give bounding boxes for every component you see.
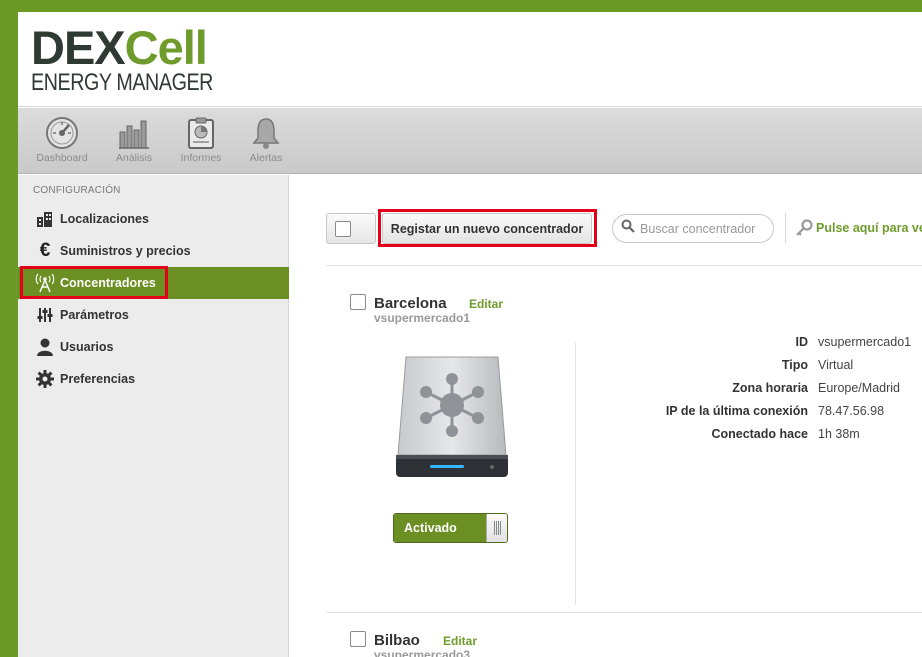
gauge-icon [46,117,78,149]
help-link-label: Pulse aquí para ve [816,221,922,235]
buildings-icon [32,210,58,228]
euro-icon: € [39,240,51,261]
toolbar-analisis-label: Análisis [115,152,153,164]
edit-link[interactable]: Editar [469,297,503,311]
sidebar-item-usuarios[interactable]: Usuarios [18,331,289,363]
toolbar-analisis[interactable]: Análisis [106,116,162,164]
toolbar-dashboard[interactable]: Dashboard [34,116,90,164]
detail-key: Tipo [781,358,808,372]
detail-value: Virtual [818,358,854,372]
app-frame: DEXCell ENERGY MANAGER Dashboard Análisi… [18,12,922,657]
detail-key: Conectado hace [711,427,808,441]
toolbar-alertas[interactable]: Alertas [238,116,294,164]
app-logo[interactable]: DEXCell ENERGY MANAGER [31,24,253,95]
search-icon [621,219,635,238]
concentrator-name: Barcelona [374,295,447,312]
main-content: Registar un nuevo concentrador Pulse aqu… [290,175,922,657]
sidebar-item-localizaciones[interactable]: Localizaciones [18,203,289,235]
logo-text-dex: DEX [31,21,126,74]
list-divider [326,265,922,266]
detail-value: 78.47.56.98 [818,404,885,418]
help-link[interactable]: Pulse aquí para ve [795,219,922,237]
concentrator-name: Bilbao [374,632,420,649]
user-icon [32,338,58,356]
sidebar-section-title: CONFIGURACIÓN [33,185,121,196]
select-all-checkbox[interactable] [335,221,351,237]
detail-value: Europe/Madrid [818,381,900,395]
sidebar-item-label: Localizaciones [60,212,149,226]
sidebar-item-label: Suministros y precios [60,244,191,258]
search-input[interactable] [640,221,765,236]
bar-chart-icon [119,120,149,149]
config-sidebar: CONFIGURACIÓN Localizaciones € Suministr… [18,175,289,657]
concentrator-subtitle: vsupermercado1 [374,311,471,325]
main-toolbar: Dashboard Análisis Informes Alertas [18,108,922,174]
search-box[interactable] [612,214,774,243]
concentrator-device-icon [396,356,508,477]
concentrator-checkbox[interactable] [350,294,366,310]
toolbar-divider [785,213,786,243]
sidebar-item-suministros[interactable]: € Suministros y precios [18,235,289,267]
toolbar-informes-label: Informes [180,152,222,164]
header: DEXCell ENERGY MANAGER [18,12,922,107]
gear-icon [32,370,58,388]
key-icon [796,219,813,236]
detail-key: IP de la última conexión [665,404,808,418]
highlight-box-sidebar [20,266,168,299]
report-icon [188,117,214,149]
sidebar-item-label: Parámetros [60,308,129,322]
list-divider [326,612,922,613]
detail-value: vsupermercado1 [818,335,912,349]
detail-key: ID [795,335,809,349]
toggle-handle[interactable] [486,514,507,542]
toggle-label: Activado [394,514,486,542]
sidebar-item-parametros[interactable]: Parámetros [18,299,289,331]
detail-key: Zona horaria [732,381,808,395]
highlight-box-register [378,209,597,247]
toolbar-informes[interactable]: Informes [173,116,229,164]
select-all-dropdown[interactable] [326,213,376,244]
detail-value: 1h 38m [818,427,860,441]
sidebar-item-label: Preferencias [60,372,136,386]
sidebar-item-preferencias[interactable]: Preferencias [18,363,289,395]
bell-icon [252,118,280,149]
sidebar-item-label: Usuarios [60,340,114,354]
concentrator-checkbox[interactable] [350,631,366,647]
concentrator-subtitle: vsupermercado3 [374,648,471,657]
toolbar-dashboard-label: Dashboard [36,152,88,164]
logo-text-cell: Cell [124,21,208,74]
sliders-icon [32,307,58,323]
edit-link[interactable]: Editar [443,634,477,648]
toolbar-alertas-label: Alertas [249,152,283,164]
card-column-divider [575,343,576,605]
logo-subtitle: ENERGY MANAGER [31,69,213,96]
activation-toggle[interactable]: Activado [393,513,508,543]
